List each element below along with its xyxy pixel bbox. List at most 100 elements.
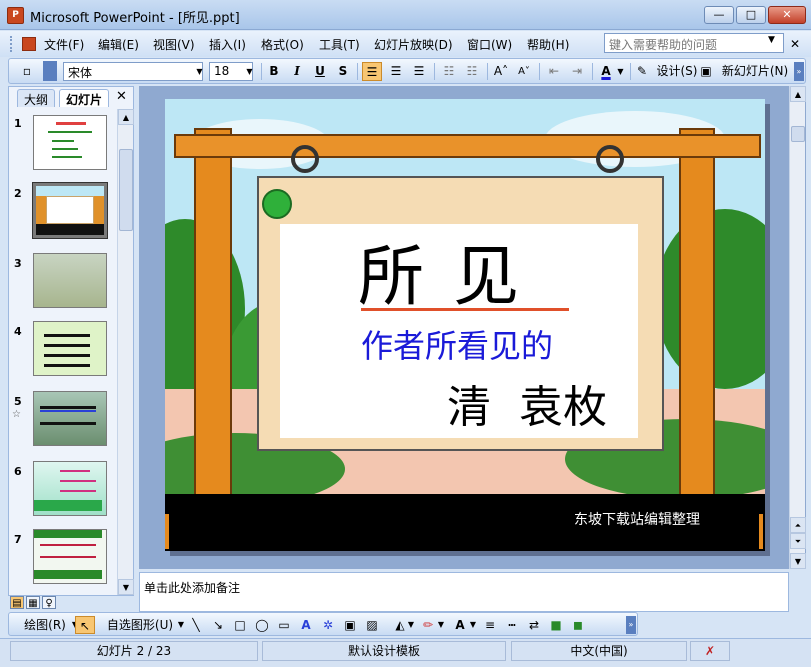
menu-help[interactable]: 帮助(H) <box>527 36 569 53</box>
insert-picture-icon[interactable]: ▨ <box>363 616 381 634</box>
line-color-icon[interactable]: ✏ <box>419 616 437 634</box>
oval-tool-icon[interactable]: ◯ <box>253 616 271 634</box>
document-icon[interactable] <box>22 37 36 51</box>
help-search-input[interactable]: 键入需要帮助的问题 <box>604 33 784 53</box>
close-button[interactable]: ✕ <box>768 6 806 24</box>
powerpoint-app-icon[interactable]: P <box>7 7 24 24</box>
previous-slide-icon[interactable]: ⏶ <box>790 517 806 533</box>
bullets-icon[interactable]: ☷ <box>462 62 482 81</box>
slide-subtitle[interactable]: 作者所看见的 <box>361 321 553 367</box>
thumb-line <box>44 354 90 357</box>
clipart-icon[interactable]: ▣ <box>341 616 359 634</box>
toolbar-options-icon[interactable] <box>43 61 57 81</box>
slide-scrollbar[interactable]: ▲ ⏶ ⏷ ▼ <box>789 86 806 569</box>
close-document-icon[interactable]: ✕ <box>790 37 800 51</box>
spelling-check-icon[interactable]: ✗ <box>690 641 730 661</box>
menu-grip[interactable] <box>10 36 13 52</box>
chevron-down-icon[interactable]: ▼ <box>407 616 415 634</box>
scroll-down-icon[interactable]: ▼ <box>118 579 134 595</box>
minimize-button[interactable]: — <box>704 6 734 24</box>
slide-thumbnail-1[interactable] <box>33 115 107 170</box>
bold-button[interactable]: B <box>265 62 283 81</box>
toolbar-options-icon[interactable]: » <box>794 62 804 81</box>
maximize-button[interactable]: □ <box>736 6 766 24</box>
slide-canvas[interactable]: 所 见 作者所看见的 清 袁枚 东坡下载站编辑整理 <box>165 99 765 551</box>
slideshow-icon[interactable]: ♀ <box>42 596 56 609</box>
menu-insert[interactable]: 插入(I) <box>209 36 246 53</box>
shadow-button[interactable]: S <box>334 62 352 81</box>
chevron-down-icon[interactable]: ▼ <box>768 35 775 45</box>
align-left-icon[interactable]: ☰ <box>362 62 382 81</box>
slide-footer-text[interactable]: 东坡下载站编辑整理 <box>574 509 700 529</box>
line-tool-icon[interactable]: ╲ <box>187 616 205 634</box>
thumb-line <box>40 410 96 412</box>
decrease-font-icon[interactable]: A˅ <box>514 62 534 81</box>
notes-pane[interactable]: 单击此处添加备注 <box>139 572 789 612</box>
new-document-icon[interactable]: ▫ <box>19 62 35 81</box>
menu-view[interactable]: 视图(V) <box>153 36 195 53</box>
chevron-down-icon[interactable]: ▼ <box>614 62 627 81</box>
line-style-icon[interactable]: ≡ <box>481 616 499 634</box>
3d-style-icon[interactable]: ◼ <box>569 616 587 634</box>
font-name-combo[interactable]: 宋体 <box>63 62 203 81</box>
chevron-down-icon[interactable]: ▼ <box>243 62 256 81</box>
slides-pane-scrollbar[interactable]: ▲ ▼ <box>117 109 134 595</box>
chevron-down-icon[interactable]: ▼ <box>469 616 477 634</box>
scroll-up-icon[interactable]: ▲ <box>790 86 806 102</box>
toolbar-separator <box>434 63 435 80</box>
draw-font-color-icon[interactable]: A <box>451 616 469 634</box>
thumb-line <box>44 344 90 347</box>
shadow-style-icon[interactable]: ■ <box>547 616 565 634</box>
menu-slideshow[interactable]: 幻灯片放映(D) <box>374 36 453 53</box>
slide-thumbnail-3[interactable] <box>33 253 107 308</box>
arrow-style-icon[interactable]: ⇄ <box>525 616 543 634</box>
italic-button[interactable]: I <box>288 62 306 81</box>
slide-sorter-icon[interactable]: ▦ <box>26 596 40 609</box>
scroll-down-icon[interactable]: ▼ <box>790 553 806 569</box>
slide-thumbnail-4[interactable] <box>33 321 107 376</box>
chevron-down-icon[interactable]: ▼ <box>437 616 445 634</box>
toolbar-options-icon[interactable]: » <box>626 616 636 634</box>
draw-menu-button[interactable]: 绘图(R) <box>19 616 71 634</box>
design-button[interactable]: 设计(S) <box>653 62 701 81</box>
numbering-icon[interactable]: ☷ <box>439 62 459 81</box>
textbox-tool-icon[interactable]: ▭ <box>275 616 293 634</box>
menu-tools[interactable]: 工具(T) <box>319 36 360 53</box>
slide-author[interactable]: 清 袁枚 <box>447 371 607 435</box>
pane-close-icon[interactable]: ✕ <box>116 89 127 104</box>
slide-thumbnail-6[interactable] <box>33 461 107 516</box>
autoshapes-button[interactable]: 自选图形(U) <box>103 616 177 634</box>
thumb-sign <box>46 196 94 224</box>
select-pointer-icon[interactable]: ↖ <box>75 616 95 634</box>
chevron-down-icon[interactable]: ▼ <box>177 616 185 634</box>
scroll-thumb[interactable] <box>791 126 805 142</box>
wordart-icon[interactable]: A <box>297 616 315 634</box>
slide-thumbnail-2[interactable] <box>32 182 108 239</box>
font-color-icon[interactable]: A <box>596 62 616 81</box>
next-slide-icon[interactable]: ⏷ <box>790 533 806 549</box>
align-center-icon[interactable]: ☰ <box>386 62 406 81</box>
increase-indent-icon[interactable]: ⇥ <box>567 62 587 81</box>
menu-edit[interactable]: 编辑(E) <box>98 36 139 53</box>
tab-outline[interactable]: 大纲 <box>17 89 56 107</box>
align-right-icon[interactable]: ☰ <box>409 62 429 81</box>
arrow-tool-icon[interactable]: ↘ <box>209 616 227 634</box>
diagram-icon[interactable]: ✲ <box>319 616 337 634</box>
increase-font-icon[interactable]: A˄ <box>491 62 511 81</box>
slide-title[interactable]: 所 见 <box>358 223 523 319</box>
new-slide-button[interactable]: 新幻灯片(N) <box>717 62 793 81</box>
underline-button[interactable]: U <box>311 62 329 81</box>
slide-thumbnail-5[interactable] <box>33 391 107 446</box>
rectangle-tool-icon[interactable]: □ <box>231 616 249 634</box>
normal-view-icon[interactable]: ▤ <box>10 596 24 609</box>
scroll-up-icon[interactable]: ▲ <box>118 109 134 125</box>
menu-window[interactable]: 窗口(W) <box>467 36 512 53</box>
menu-format[interactable]: 格式(O) <box>261 36 304 53</box>
menu-file[interactable]: 文件(F) <box>44 36 84 53</box>
scroll-thumb[interactable] <box>119 149 133 231</box>
dash-style-icon[interactable]: ┅ <box>503 616 521 634</box>
tab-slides[interactable]: 幻灯片 <box>59 89 110 107</box>
decrease-indent-icon[interactable]: ⇤ <box>544 62 564 81</box>
slide-thumbnail-7[interactable] <box>33 529 107 584</box>
chevron-down-icon[interactable]: ▼ <box>193 62 206 81</box>
